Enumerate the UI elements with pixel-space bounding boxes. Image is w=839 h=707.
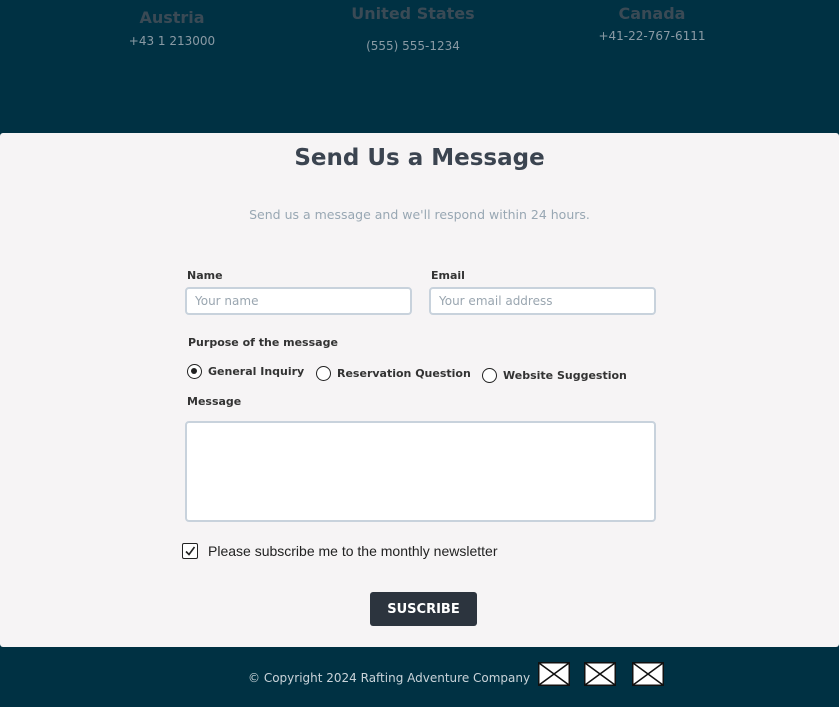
office-phone: (555) 555-1234 <box>366 39 460 53</box>
office-canada: Canada +41-22-767-6111 <box>592 4 712 43</box>
radio-unselected-icon[interactable] <box>316 366 331 381</box>
contact-form-panel: Send Us a Message Send us a message and … <box>0 133 839 647</box>
office-phone: +43 1 213000 <box>128 34 216 48</box>
radio-general-inquiry[interactable]: General Inquiry <box>187 364 304 379</box>
newsletter-label: Please subscribe me to the monthly newsl… <box>208 543 498 559</box>
office-country: United States <box>351 4 475 23</box>
footer: © Copyright 2024 Rafting Adventure Compa… <box>0 647 839 707</box>
office-country: Austria <box>139 8 205 27</box>
purpose-label: Purpose of the message <box>188 336 338 349</box>
office-austria: Austria +43 1 213000 <box>112 8 232 48</box>
office-united-states: United States (555) 555-1234 <box>348 4 478 53</box>
radio-label: Website Suggestion <box>503 369 627 382</box>
social-image-icon-2[interactable] <box>584 662 616 686</box>
message-textarea[interactable] <box>185 421 656 522</box>
form-title: Send Us a Message <box>294 145 545 171</box>
copyright-text: © Copyright 2024 Rafting Adventure Compa… <box>248 671 531 685</box>
newsletter-checkbox-row[interactable]: Please subscribe me to the monthly newsl… <box>182 543 497 559</box>
message-label: Message <box>187 395 242 408</box>
radio-label: General Inquiry <box>208 365 305 378</box>
radio-label: Reservation Question <box>337 367 471 380</box>
offices-band: Austria +43 1 213000 United States (555)… <box>0 0 839 133</box>
name-label: Name <box>187 269 223 282</box>
email-input[interactable] <box>429 287 656 315</box>
name-input[interactable] <box>185 287 412 315</box>
checkbox-checked-icon[interactable] <box>182 543 198 559</box>
radio-selected-icon[interactable] <box>187 364 202 379</box>
office-phone: +41-22-767-6111 <box>598 29 706 43</box>
radio-website-suggestion[interactable]: Website Suggestion <box>482 368 627 383</box>
radio-unselected-icon[interactable] <box>482 368 497 383</box>
social-image-icon-3[interactable] <box>632 662 664 686</box>
form-subtitle: Send us a message and we'll respond with… <box>249 207 590 222</box>
office-country: Canada <box>618 4 686 23</box>
social-image-icon-1[interactable] <box>538 662 570 686</box>
radio-reservation-question[interactable]: Reservation Question <box>316 366 471 381</box>
email-label: Email <box>431 269 465 282</box>
subscribe-button[interactable]: SUSCRIBE <box>370 592 477 626</box>
